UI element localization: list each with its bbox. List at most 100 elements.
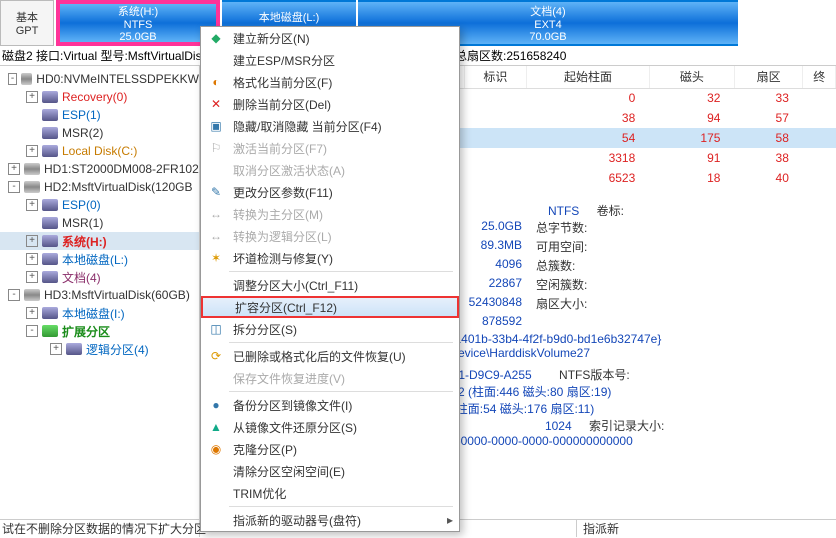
tree-expander[interactable]: + (26, 91, 38, 103)
tree-expander[interactable]: - (8, 289, 20, 301)
menu-item-23[interactable]: TRIM优化 (201, 482, 459, 504)
cell-hd: 94 (649, 108, 734, 128)
menu-item-14[interactable]: ◫拆分分区(S) (201, 318, 459, 340)
menu-item-1[interactable]: 建立ESP/MSR分区 (201, 49, 459, 71)
cell-cyl: 0 (527, 88, 650, 108)
tree-expander[interactable]: + (50, 343, 62, 355)
menu-item-13[interactable]: 扩容分区(Ctrl_F12) (201, 296, 459, 318)
menu-item-label: 更改分区参数(F11) (233, 184, 333, 201)
tree-label: MSR(2) (62, 126, 103, 140)
tree-expander[interactable]: + (26, 199, 38, 211)
cell-sec: 33 (734, 88, 802, 108)
tree-label: Local Disk(C:) (62, 144, 137, 158)
menu-item-10[interactable]: ✶坏道检测与修复(Y) (201, 247, 459, 269)
menu-item-4[interactable]: ▣隐藏/取消隐藏 当前分区(F4) (201, 115, 459, 137)
tree-expander[interactable]: + (26, 253, 38, 265)
tree-label: 本地磁盘(I:) (62, 305, 125, 322)
tree-expander[interactable]: + (8, 163, 20, 175)
tree-label: ESP(0) (62, 198, 101, 212)
tree-item-8[interactable]: MSR(1) (0, 214, 199, 232)
menu-item-16[interactable]: ⟳已删除或格式化后的文件恢复(U) (201, 345, 459, 367)
tree-item-14[interactable]: - 扩展分区 (0, 322, 199, 340)
menu-item-17: 保存文件恢复进度(V) (201, 367, 459, 389)
tree-item-1[interactable]: +Recovery(0) (0, 88, 199, 106)
menu-item-label: 格式化当前分区(F) (233, 74, 332, 91)
menu-item-label: 扩容分区(Ctrl_F12) (235, 299, 337, 316)
cell-hd: 18 (649, 168, 734, 188)
tree-item-5[interactable]: + HD1:ST2000DM008-2FR102 (0, 160, 199, 178)
menu-item-19[interactable]: ●备份分区到镜像文件(I) (201, 394, 459, 416)
menu-item-icon: ⚐ (207, 140, 225, 156)
menu-item-0[interactable]: ◆建立新分区(N) (201, 27, 459, 49)
menu-item-21[interactable]: ◉克隆分区(P) (201, 438, 459, 460)
menu-item-7[interactable]: ✎更改分区参数(F11) (201, 181, 459, 203)
tree-item-10[interactable]: +本地磁盘(L:) (0, 250, 199, 268)
tree-item-2[interactable]: ESP(1) (0, 106, 199, 124)
tree-expander[interactable]: + (26, 271, 38, 283)
menu-item-label: 清除分区空闲空间(E) (233, 463, 345, 480)
col-header[interactable]: 起始柱面 (527, 66, 650, 88)
menu-item-icon (207, 52, 225, 68)
menu-item-2[interactable]: ◐ 格式化当前分区(F) (201, 71, 459, 93)
tree-expander[interactable]: + (26, 235, 38, 247)
partition-icon (42, 253, 58, 265)
tree-label: 逻辑分区(4) (86, 341, 149, 358)
menu-item-icon: ✕ (207, 96, 225, 112)
partition-block-l3: 25.0GB (60, 31, 216, 43)
tree-label: 文档(4) (62, 269, 101, 286)
detail-key (536, 314, 592, 328)
menu-separator (229, 342, 453, 343)
tree-expander[interactable]: - (8, 181, 20, 193)
col-header[interactable]: 终 (803, 66, 836, 88)
tree-item-13[interactable]: + 本地磁盘(I:) (0, 304, 199, 322)
tree-expander[interactable]: + (26, 307, 38, 319)
tree-item-4[interactable]: + Local Disk(C:) (0, 142, 199, 160)
tree-item-11[interactable]: + 文档(4) (0, 268, 199, 286)
basic-gpt-block: 基本 GPT (0, 0, 54, 46)
tree-item-3[interactable]: MSR(2) (0, 124, 199, 142)
tree-item-15[interactable]: + 逻辑分区(4) (0, 340, 199, 358)
partition-block-0[interactable]: 系统(H:)NTFS25.0GB (56, 0, 220, 46)
disk-icon (21, 73, 32, 85)
menu-item-icon: ↔ (207, 206, 225, 222)
menu-item-label: TRIM优化 (233, 485, 286, 502)
tree-expander[interactable]: - (26, 325, 38, 337)
partition-icon (42, 199, 58, 211)
tree-item-6[interactable]: - HD2:MsftVirtualDisk(120GB (0, 178, 199, 196)
gpt-label: GPT (1, 25, 53, 37)
tree-label: 扩展分区 (62, 323, 110, 340)
partition-icon (42, 307, 58, 319)
tree-label: HD2:MsftVirtualDisk(120GB (44, 180, 193, 194)
menu-item-12[interactable]: 调整分区大小(Ctrl_F11) (201, 274, 459, 296)
menu-item-3[interactable]: ✕删除当前分区(Del) (201, 93, 459, 115)
menu-item-25[interactable]: 指派新的驱动器号(盘符)▸ (201, 509, 459, 531)
menu-item-icon (207, 277, 225, 293)
partition-icon (42, 145, 58, 157)
menu-item-22[interactable]: 清除分区空闲空间(E) (201, 460, 459, 482)
tree-label: 系统(H:) (62, 233, 107, 250)
menu-item-icon: ↔ (207, 228, 225, 244)
tree-expander[interactable]: + (26, 145, 38, 157)
tree-label: HD1:ST2000DM008-2FR102 (44, 162, 199, 176)
disk-icon (24, 181, 40, 193)
col-header[interactable]: 扇区 (734, 66, 802, 88)
tree-item-9[interactable]: + 系统(H:) (0, 232, 199, 250)
tree-item-12[interactable]: -HD3:MsftVirtualDisk(60GB) (0, 286, 199, 304)
partition-block-l1: 文档(4) (358, 3, 738, 19)
tree-expander[interactable]: - (8, 73, 17, 85)
menu-item-label: 隐藏/取消隐藏 当前分区(F4) (233, 118, 382, 135)
cell-hd: 32 (649, 88, 734, 108)
cell-hd: 175 (649, 128, 734, 148)
col-header[interactable]: 标识 (464, 66, 527, 88)
tree-item-0[interactable]: -HD0:NVMeINTELSSDPEKKW (0, 70, 199, 88)
menu-item-20[interactable]: ▲从镜像文件还原分区(S) (201, 416, 459, 438)
cell-sec: 58 (734, 128, 802, 148)
tree-item-7[interactable]: + ESP(0) (0, 196, 199, 214)
col-header[interactable]: 磁头 (649, 66, 734, 88)
cell-sec: 38 (734, 148, 802, 168)
partition-icon (42, 109, 58, 121)
menu-item-icon: ◐ (207, 74, 225, 90)
menu-item-label: 保存文件恢复进度(V) (233, 370, 345, 387)
cell-flag (464, 88, 527, 108)
menu-item-icon: ⟳ (207, 348, 225, 364)
